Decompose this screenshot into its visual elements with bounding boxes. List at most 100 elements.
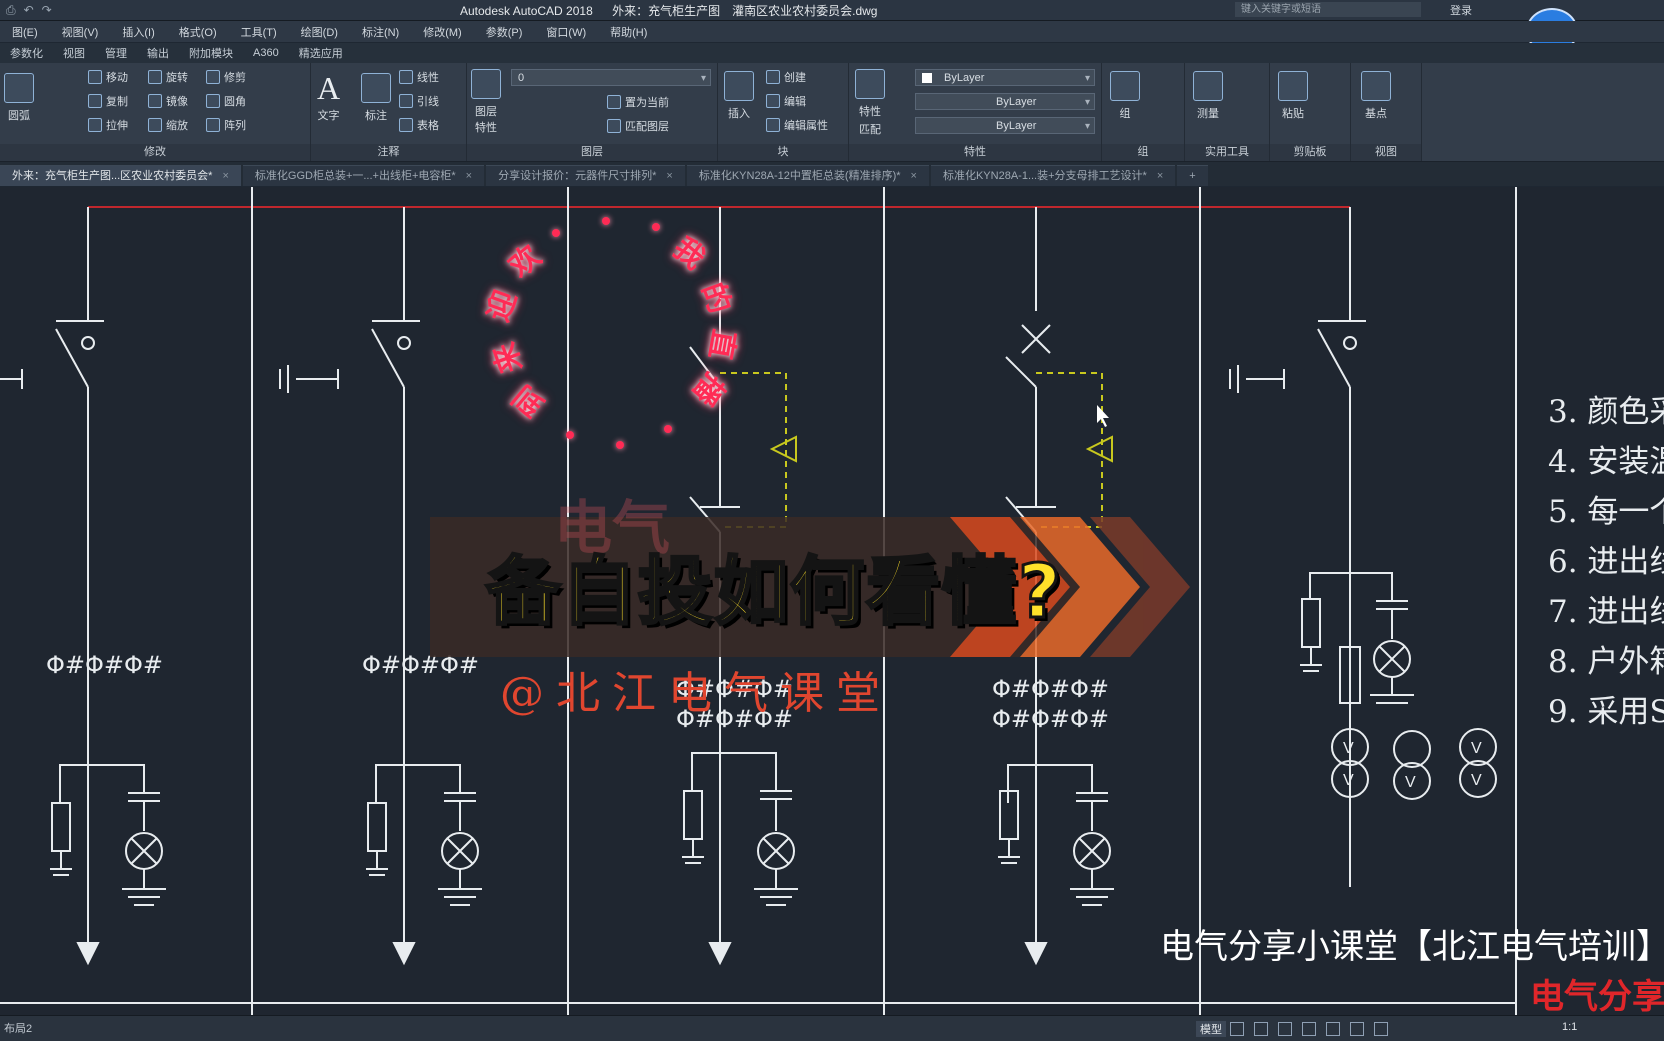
tab-featured-apps[interactable]: 精选应用: [289, 45, 353, 61]
osnap-icon[interactable]: [1326, 1022, 1340, 1036]
rotate-icon: [148, 70, 162, 84]
doc-tab[interactable]: 标准化GGD柜总装+一...+出线柜+电容柜* ×: [242, 165, 485, 186]
login-button[interactable]: 登录: [1450, 2, 1472, 18]
undo-icon[interactable]: ↶: [24, 3, 34, 17]
group-button[interactable]: 组: [1110, 71, 1140, 121]
menu-item-insert[interactable]: 插入(I): [110, 24, 166, 40]
layout-tab[interactable]: 布局2: [4, 1020, 32, 1036]
new-tab-button[interactable]: +: [1177, 165, 1208, 186]
properties-button[interactable]: 特性 匹配: [855, 69, 885, 137]
match-layer-button[interactable]: 匹配图层: [607, 118, 669, 134]
utilities-panel-title[interactable]: 实用工具: [1185, 144, 1269, 161]
doc-tab[interactable]: 分享设计报价：元器件尺寸排列* ×: [486, 165, 685, 186]
close-icon[interactable]: ×: [666, 170, 672, 182]
scale-button[interactable]: 缩放: [148, 117, 188, 133]
create-block-button[interactable]: 创建: [766, 69, 806, 85]
paste-button[interactable]: 粘贴: [1278, 71, 1308, 121]
lineweight-select[interactable]: ByLayer: [915, 117, 1095, 135]
tab-manage[interactable]: 管理: [95, 45, 137, 61]
utilities-panel: 测量 实用工具: [1185, 63, 1270, 161]
properties-panel-title[interactable]: 特性: [849, 144, 1101, 161]
block-panel-title[interactable]: 块: [718, 144, 848, 161]
modify-panel: 圆弧 移动 旋转 修剪 复制 镜像 圆角 拉伸 缩放 阵列 修改: [0, 63, 311, 161]
scale-icon: [148, 118, 162, 132]
snap-icon[interactable]: [1254, 1022, 1268, 1036]
menu-item-edit[interactable]: 图(E): [0, 24, 50, 40]
tab-parametric[interactable]: 参数化: [0, 45, 53, 61]
brand-caption: 电气分享小课堂【北江电气培训】: [1160, 927, 1664, 967]
leader-button[interactable]: 引线: [399, 93, 439, 109]
menu-item-modify[interactable]: 修改(M): [411, 24, 474, 40]
block-panel: 插入 创建 编辑 编辑属性 块: [718, 63, 849, 161]
table-button[interactable]: 表格: [399, 117, 439, 133]
dimension-button[interactable]: 标注: [361, 73, 391, 123]
close-icon[interactable]: ×: [222, 170, 228, 182]
doc-tab[interactable]: 标准化KYN28A-1...装+分支母排工艺设计* ×: [930, 165, 1176, 186]
measure-icon: [1193, 71, 1223, 101]
view-panel-title[interactable]: 视图: [1351, 144, 1421, 161]
annotation-panel-title[interactable]: 注释: [311, 144, 466, 161]
fillet-button[interactable]: 圆角: [206, 93, 246, 109]
clipboard-panel-title[interactable]: 剪贴板: [1270, 144, 1350, 161]
menu-item-parametric[interactable]: 参数(P): [474, 24, 535, 40]
array-button[interactable]: 阵列: [206, 117, 246, 133]
match-properties-label[interactable]: 匹配: [859, 121, 881, 137]
move-button[interactable]: 移动: [88, 69, 128, 85]
set-current-button[interactable]: 置为当前: [607, 94, 669, 110]
plus-icon: +: [1189, 170, 1196, 182]
menu-item-draw[interactable]: 绘图(D): [289, 24, 350, 40]
copy-button[interactable]: 复制: [88, 93, 128, 109]
measure-button[interactable]: 测量: [1193, 71, 1223, 121]
lineweight-icon[interactable]: [1350, 1022, 1364, 1036]
tab-addins[interactable]: 附加模块: [179, 45, 243, 61]
print-icon[interactable]: ⎙: [6, 3, 16, 18]
layers-panel-title[interactable]: 图层: [467, 144, 717, 161]
insert-button[interactable]: 插入: [724, 71, 754, 121]
note-item: 5. 每一个: [1548, 494, 1664, 530]
search-input[interactable]: 键入关键字或短语: [1235, 2, 1421, 17]
edit-block-button[interactable]: 编辑: [766, 93, 806, 109]
menu-item-view[interactable]: 视图(V): [50, 24, 111, 40]
layer-properties-button[interactable]: 图层特性: [471, 69, 501, 135]
linetype-select[interactable]: ByLayer: [915, 93, 1095, 111]
base-point-button[interactable]: 基点: [1361, 71, 1391, 121]
match-layer-icon: [607, 119, 621, 133]
close-icon[interactable]: ×: [1157, 170, 1163, 182]
linear-button[interactable]: 线性: [399, 69, 439, 85]
mirror-button[interactable]: 镜像: [148, 93, 188, 109]
drawing-canvas[interactable]: Φ#Φ#Φ# Φ#Φ#Φ# Φ#Φ#Φ# Φ#Φ#Φ# Φ#Φ#Φ# Φ#Φ#Φ…: [0, 187, 1664, 1015]
brand-logo-text: 电气分享: [1530, 977, 1664, 1015]
redo-icon[interactable]: ↷: [42, 3, 52, 17]
trim-button[interactable]: 修剪: [206, 69, 246, 85]
polar-icon[interactable]: [1302, 1022, 1316, 1036]
menu-item-tools[interactable]: 工具(T): [229, 24, 289, 40]
tab-output[interactable]: 输出: [137, 45, 179, 61]
layer-select[interactable]: 0: [511, 69, 711, 87]
menu-item-help[interactable]: 帮助(H): [598, 24, 659, 40]
annotation-scale-icon[interactable]: [1374, 1022, 1388, 1036]
annotation-scale[interactable]: 1:1: [1562, 1021, 1577, 1033]
text-button[interactable]: A 文字: [317, 71, 340, 123]
arc-icon: [4, 73, 34, 103]
color-select[interactable]: ByLayer: [915, 69, 1095, 87]
menu-item-window[interactable]: 窗口(W): [534, 24, 598, 40]
edit-attributes-button[interactable]: 编辑属性: [766, 117, 828, 133]
grid-icon[interactable]: [1230, 1022, 1244, 1036]
close-icon[interactable]: ×: [911, 170, 917, 182]
menu-item-format[interactable]: 格式(O): [167, 24, 229, 40]
model-space-button[interactable]: 模型: [1196, 1021, 1226, 1037]
svg-text:V: V: [1343, 740, 1354, 757]
tab-view[interactable]: 视图: [53, 45, 95, 61]
neon-dot: [602, 217, 610, 225]
menu-item-dimension[interactable]: 标注(N): [350, 24, 411, 40]
ortho-icon[interactable]: [1278, 1022, 1292, 1036]
rotate-button[interactable]: 旋转: [148, 69, 188, 85]
doc-tab[interactable]: 标准化KYN28A-12中置柜总装(精准排序)* ×: [686, 165, 929, 186]
stretch-button[interactable]: 拉伸: [88, 117, 128, 133]
modify-panel-title[interactable]: 修改: [0, 144, 310, 161]
doc-tab[interactable]: 外来：充气柜生产图...区农业农村委员会* ×: [0, 165, 241, 186]
close-icon[interactable]: ×: [466, 170, 472, 182]
arc-button[interactable]: 圆弧: [4, 73, 34, 123]
tab-a360[interactable]: A360: [243, 47, 289, 59]
groups-panel-title[interactable]: 组: [1102, 144, 1184, 161]
